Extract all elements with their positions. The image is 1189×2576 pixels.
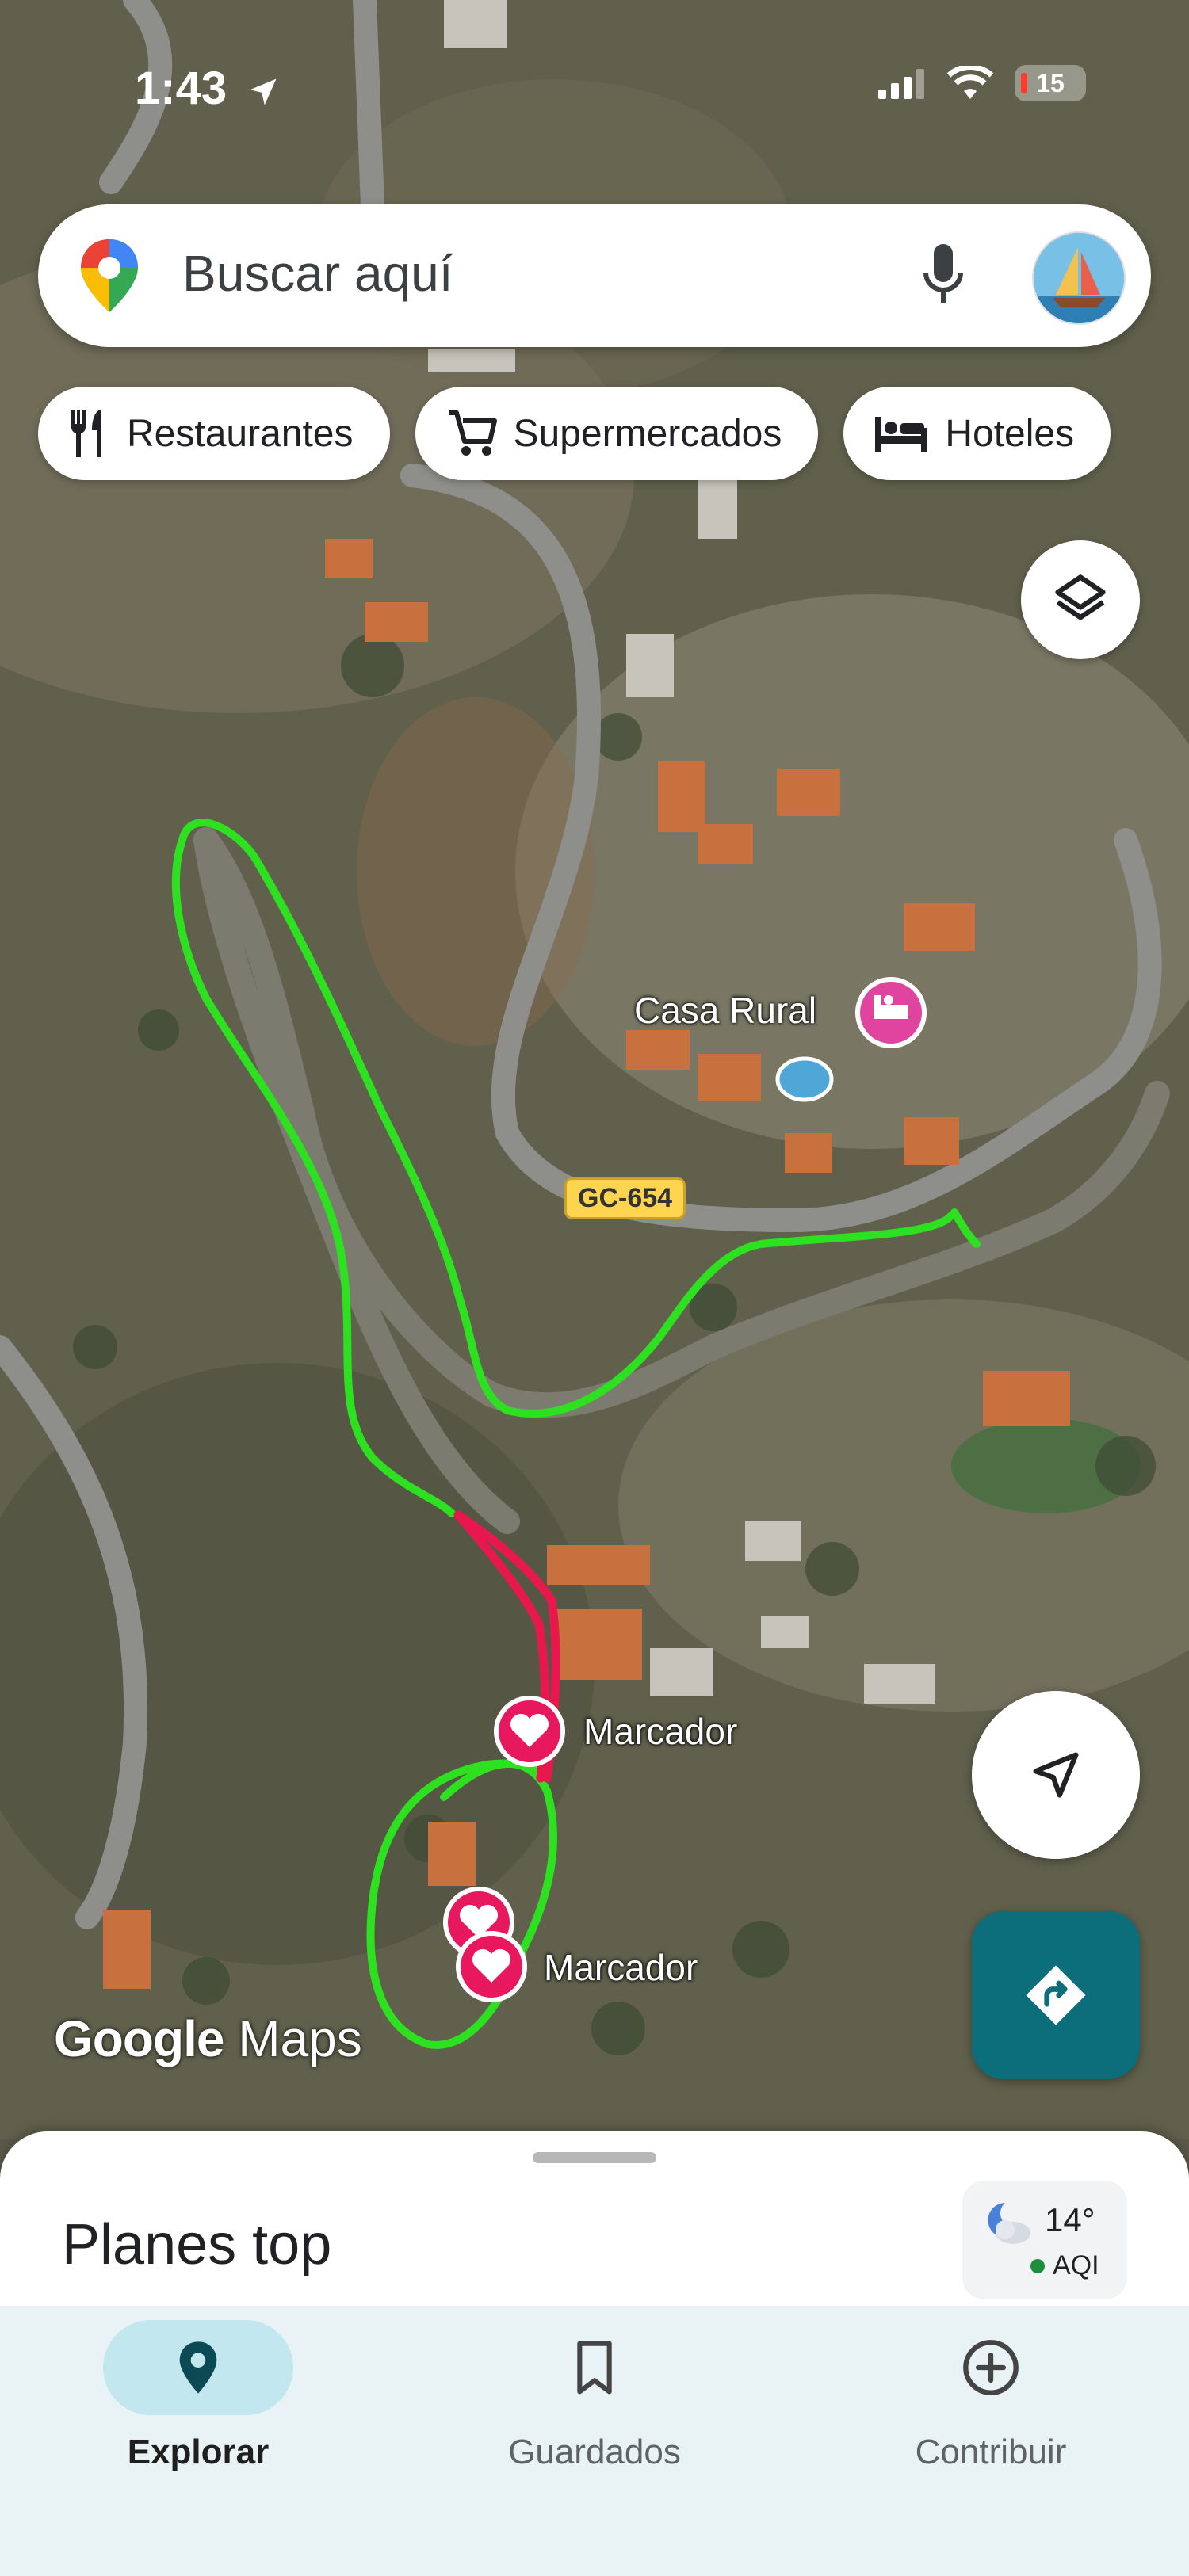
signal-icon xyxy=(878,69,924,99)
wifi-icon xyxy=(946,66,994,99)
moon-cloud-icon xyxy=(988,2203,1030,2244)
my-location-button[interactable] xyxy=(972,1691,1140,1859)
watermark-brand: Google xyxy=(54,2010,224,2067)
bed-icon xyxy=(875,417,928,452)
search-input[interactable]: Buscar aquí xyxy=(182,244,453,303)
status-time-text: 1:43 xyxy=(135,63,227,114)
google-maps-watermark: Google Maps xyxy=(54,2009,362,2068)
avatar[interactable] xyxy=(1032,231,1126,325)
search-bar[interactable]: Buscar aquí xyxy=(38,204,1151,347)
add-circle-icon xyxy=(963,2340,1019,2395)
location-arrow-icon xyxy=(250,78,277,105)
status-icons: 15 xyxy=(878,65,1086,101)
nav-label: Contribuir xyxy=(915,2433,1067,2471)
road-label: GC-654 xyxy=(564,1177,686,1219)
directions-icon xyxy=(1026,1965,1086,2025)
layers-icon xyxy=(1055,574,1106,620)
directions-button[interactable] xyxy=(972,1911,1140,2079)
place-label-marcador[interactable]: Marcador xyxy=(583,1710,737,1753)
nav-label: Explorar xyxy=(127,2433,270,2471)
status-time: 1:43 xyxy=(135,62,281,115)
chip-label: Hoteles xyxy=(945,412,1075,455)
nav-icon-container xyxy=(896,2320,1086,2415)
nav-contribuir[interactable]: Contribuir xyxy=(832,2320,1149,2472)
google-maps-pin-icon xyxy=(81,239,138,312)
battery-level: 15 xyxy=(1036,68,1065,97)
microphone-icon[interactable] xyxy=(918,238,969,314)
fork-knife-icon xyxy=(71,410,101,457)
weather-temperature: 14° xyxy=(1045,2201,1095,2238)
watermark-product: Maps xyxy=(238,2010,362,2067)
chip-label: Restaurantes xyxy=(127,412,354,455)
chip-hoteles[interactable]: Hoteles xyxy=(843,387,1111,480)
hotel-pin-icon[interactable] xyxy=(855,977,927,1048)
sheet-title: Planes top xyxy=(62,2213,332,2276)
nav-guardados[interactable]: Guardados xyxy=(436,2320,753,2472)
nav-icon-container xyxy=(499,2320,690,2415)
bottom-navigation: Explorar Guardados Contribuir xyxy=(0,2306,1189,2576)
chip-label: Supermercados xyxy=(513,412,782,455)
chip-supermercados[interactable]: Supermercados xyxy=(415,387,819,480)
status-bar: 1:43 15 xyxy=(0,0,1189,182)
category-chips: Restaurantes Supermercados Hoteles xyxy=(38,387,1111,480)
navigation-arrow-icon xyxy=(1033,1752,1079,1798)
aqi-indicator: AQI xyxy=(1030,2250,1099,2281)
sailboat-avatar-icon xyxy=(1034,233,1124,323)
map-layers-button[interactable] xyxy=(1021,540,1140,659)
nav-explorar[interactable]: Explorar xyxy=(40,2320,357,2472)
place-label-marcador[interactable]: Marcador xyxy=(544,1946,698,1989)
aqi-status-dot xyxy=(1030,2258,1045,2273)
nav-label: Guardados xyxy=(508,2433,681,2471)
place-label-casa-rural[interactable]: Casa Rural xyxy=(634,989,816,1032)
pin-icon xyxy=(179,2341,217,2394)
battery-icon: 15 xyxy=(1015,65,1086,101)
chip-restaurantes[interactable]: Restaurantes xyxy=(38,387,390,480)
aqi-label: AQI xyxy=(1053,2250,1099,2280)
bookmark-icon xyxy=(577,2341,612,2395)
sheet-drag-handle[interactable] xyxy=(533,2152,656,2163)
cart-icon xyxy=(448,410,497,456)
weather-widget[interactable]: 14° AQI xyxy=(962,2181,1127,2299)
heart-pin-icon[interactable] xyxy=(494,1696,565,1767)
nav-icon-container xyxy=(103,2320,293,2415)
